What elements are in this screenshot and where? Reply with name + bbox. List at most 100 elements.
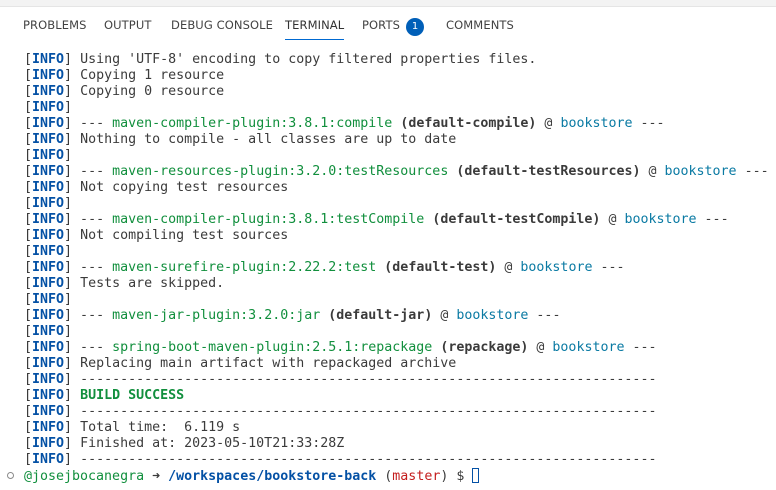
terminal-cursor[interactable] — [472, 468, 480, 483]
terminal-line: [INFO] --- maven-resources-plugin:3.2.0:… — [24, 164, 769, 179]
info-tag: INFO — [32, 180, 65, 195]
info-tag: INFO — [32, 84, 65, 99]
terminal-line: [INFO] --- maven-jar-plugin:3.2.0:jar (d… — [24, 308, 561, 323]
prompt-user: @josejbocanegra — [24, 469, 145, 484]
info-tag: INFO — [32, 452, 65, 467]
info-tag: INFO — [32, 52, 65, 67]
terminal-line: [INFO] — [24, 324, 73, 339]
log-message: Copying 1 resource — [80, 68, 225, 83]
build-status: BUILD SUCCESS — [80, 388, 185, 403]
terminal-line: [INFO] Not copying test resources — [24, 180, 289, 195]
plugin-goal: (default-test) — [384, 260, 497, 275]
info-tag: INFO — [32, 100, 65, 115]
plugin-name: maven-compiler-plugin:3.8.1:testCompile — [112, 212, 425, 227]
info-tag: INFO — [32, 148, 65, 163]
terminal-line: [INFO] — [24, 244, 73, 259]
terminal-line: [INFO] --- maven-compiler-plugin:3.8.1:t… — [24, 212, 729, 227]
project-name: bookstore — [560, 116, 633, 131]
project-name: bookstore — [456, 308, 529, 323]
terminal-line: [INFO] Copying 1 resource — [24, 68, 225, 83]
log-message: Not copying test resources — [80, 180, 289, 195]
info-tag: INFO — [32, 388, 65, 403]
prompt-arrow-icon: ➜ — [152, 469, 161, 484]
terminal-line: [INFO] Finished at: 2023-05-10T21:33:28Z — [24, 436, 345, 451]
terminal-line: [INFO] Nothing to compile - all classes … — [24, 132, 457, 147]
info-tag: INFO — [32, 260, 65, 275]
tab-terminal[interactable]: TERMINAL — [285, 7, 345, 44]
plugin-name: maven-compiler-plugin:3.8.1:compile — [112, 116, 393, 131]
prompt-symbol: $ — [456, 469, 465, 484]
info-tag: INFO — [32, 68, 65, 83]
info-tag: INFO — [32, 356, 65, 371]
plugin-goal: (repackage) — [440, 340, 529, 355]
info-tag: INFO — [32, 292, 65, 307]
plugin-name: spring-boot-maven-plugin:2.5.1:repackage — [112, 340, 433, 355]
info-tag: INFO — [32, 164, 65, 179]
terminal-line: [INFO] — [24, 196, 73, 211]
project-name: bookstore — [624, 212, 697, 227]
terminal-line: [INFO] --- spring-boot-maven-plugin:2.5.… — [24, 340, 657, 355]
info-tag: INFO — [32, 116, 65, 131]
log-message: Total time: 6.119 s — [80, 420, 241, 435]
terminal-line: [INFO] — [24, 292, 73, 307]
separator-line: ----------------------------------------… — [80, 372, 657, 387]
prompt-path: /workspaces/bookstore-back — [168, 469, 377, 484]
info-tag: INFO — [32, 196, 65, 211]
plugin-name: maven-jar-plugin:3.2.0:jar — [112, 308, 321, 323]
log-message: Not compiling test sources — [80, 228, 289, 243]
terminal-line: [INFO] ---------------------------------… — [24, 404, 657, 419]
terminal-line: [INFO] — [24, 100, 73, 115]
tab-comments[interactable]: COMMENTS — [446, 7, 514, 44]
terminal-line: [INFO] Replacing main artifact with repa… — [24, 356, 457, 371]
tab-ports[interactable]: PORTS — [362, 7, 400, 44]
info-tag: INFO — [32, 212, 65, 227]
info-tag: INFO — [32, 340, 65, 355]
log-message: Using 'UTF-8' encoding to copy filtered … — [80, 52, 537, 67]
info-tag: INFO — [32, 276, 65, 291]
plugin-goal: (default-testCompile) — [432, 212, 601, 227]
plugin-name: maven-surefire-plugin:2.22.2:test — [112, 260, 377, 275]
shell-prompt[interactable]: @josejbocanegra ➜ /workspaces/bookstore-… — [24, 468, 480, 484]
terminal-line: [INFO] BUILD SUCCESS — [24, 388, 185, 403]
terminal-output[interactable]: [INFO] Using 'UTF-8' encoding to copy fi… — [0, 44, 776, 490]
info-tag: INFO — [32, 132, 65, 147]
info-tag: INFO — [32, 324, 65, 339]
terminal-line: [INFO] Using 'UTF-8' encoding to copy fi… — [24, 52, 537, 67]
tab-output[interactable]: OUTPUT — [104, 7, 151, 44]
log-message: Finished at: 2023-05-10T21:33:28Z — [80, 436, 345, 451]
plugin-goal: (default-compile) — [400, 116, 537, 131]
info-tag: INFO — [32, 372, 65, 387]
terminal-line: [INFO] Total time: 6.119 s — [24, 420, 241, 435]
terminal-line: [INFO] ---------------------------------… — [24, 452, 657, 467]
info-tag: INFO — [32, 420, 65, 435]
log-message: Copying 0 resource — [80, 84, 225, 99]
log-message: Nothing to compile - all classes are up … — [80, 132, 457, 147]
plugin-name: maven-resources-plugin:3.2.0:testResourc… — [112, 164, 449, 179]
tab-problems[interactable]: PROBLEMS — [23, 7, 87, 44]
log-message: Tests are skipped. — [80, 276, 225, 291]
panel-tab-bar: PROBLEMS OUTPUT DEBUG CONSOLE TERMINAL P… — [0, 6, 776, 44]
terminal-line: [INFO] Copying 0 resource — [24, 84, 225, 99]
log-message: Replacing main artifact with repackaged … — [80, 356, 457, 371]
terminal-line: [INFO] --- maven-compiler-plugin:3.8.1:c… — [24, 116, 665, 131]
project-name: bookstore — [664, 164, 737, 179]
terminal-line: [INFO] Not compiling test sources — [24, 228, 289, 243]
plugin-goal: (default-testResources) — [456, 164, 641, 179]
separator-line: ----------------------------------------… — [80, 404, 657, 419]
info-tag: INFO — [32, 436, 65, 451]
separator-line: ----------------------------------------… — [80, 452, 657, 467]
info-tag: INFO — [32, 228, 65, 243]
command-decoration-icon[interactable] — [7, 472, 14, 479]
terminal-line: [INFO] — [24, 148, 73, 163]
ports-count-badge: 1 — [406, 18, 424, 36]
tab-debug-console[interactable]: DEBUG CONSOLE — [171, 7, 273, 44]
prompt-branch: master — [392, 469, 441, 484]
info-tag: INFO — [32, 244, 65, 259]
info-tag: INFO — [32, 404, 65, 419]
project-name: bookstore — [520, 260, 593, 275]
terminal-line: [INFO] Tests are skipped. — [24, 276, 225, 291]
project-name: bookstore — [552, 340, 625, 355]
terminal-line: [INFO] ---------------------------------… — [24, 372, 657, 387]
terminal-line: [INFO] --- maven-surefire-plugin:2.22.2:… — [24, 260, 625, 275]
plugin-goal: (default-jar) — [328, 308, 433, 323]
